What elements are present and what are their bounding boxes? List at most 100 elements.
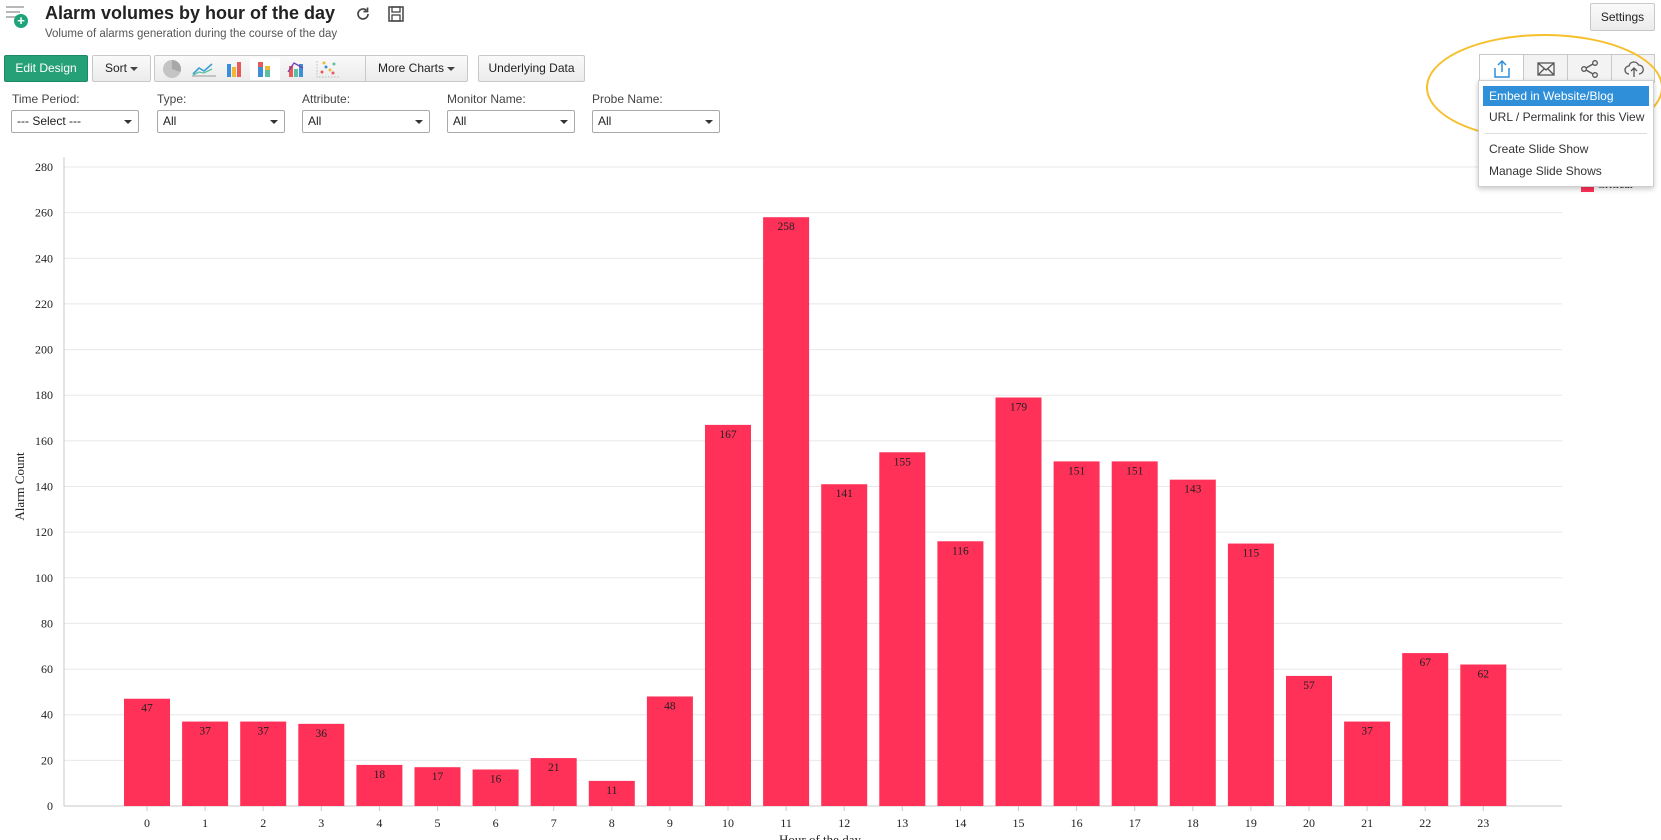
y-tick-label: 140 <box>35 480 53 494</box>
bar <box>1402 653 1449 806</box>
chevron-down-icon <box>415 120 423 124</box>
bar-chart: 0 20 40 60 80 100 120 140 160 180 200 220 240 260 280 4… <box>0 152 1661 840</box>
x-tick-label: 21 <box>1361 816 1373 830</box>
data-label: 48 <box>664 700 676 712</box>
data-label: 11 <box>606 785 617 797</box>
combination-chart-icon[interactable] <box>281 58 311 80</box>
bar <box>124 698 170 806</box>
y-tick-label: 20 <box>41 753 53 767</box>
bar <box>1169 479 1216 806</box>
menu-item-create-slideshow[interactable]: Create Slide Show <box>1483 139 1649 159</box>
share-dropdown-menu: Embed in Website/Blog URL / Permalink fo… <box>1478 80 1654 187</box>
x-tick-label: 11 <box>780 816 792 830</box>
chevron-down-icon <box>560 120 568 124</box>
x-tick-label: 1 <box>202 816 208 830</box>
stacked-bar-chart-icon[interactable] <box>250 58 280 80</box>
x-tick-label: 19 <box>1245 816 1257 830</box>
y-tick-label: 60 <box>41 662 53 676</box>
x-tick-label: 12 <box>838 816 850 830</box>
bar <box>705 424 751 806</box>
x-tick-label: 6 <box>493 816 499 830</box>
y-tick-label: 120 <box>35 525 53 539</box>
x-axis-title: Hour of the day <box>779 832 861 840</box>
attribute-select[interactable]: All <box>302 110 430 133</box>
x-tick-label: 8 <box>609 816 615 830</box>
chevron-down-icon <box>447 66 456 71</box>
chart-type-selector: More Charts <box>154 55 468 82</box>
x-tick-label: 13 <box>896 816 908 830</box>
data-label: 141 <box>836 488 854 500</box>
monitor-name-select[interactable]: All <box>447 110 575 133</box>
type-select[interactable]: All <box>157 110 285 133</box>
line-chart-icon[interactable] <box>188 58 218 80</box>
x-tick-label: 0 <box>144 816 150 830</box>
data-label: 67 <box>1419 657 1431 669</box>
email-icon <box>1537 62 1555 76</box>
y-tick-label: 200 <box>35 343 53 357</box>
y-tick-label: 260 <box>35 206 53 220</box>
data-label: 151 <box>1126 465 1144 477</box>
add-icon: + <box>14 14 28 28</box>
menu-divider <box>1485 133 1647 134</box>
x-tick-label: 5 <box>435 816 441 830</box>
monitor-name-value: All <box>453 114 467 128</box>
publish-icon <box>1494 59 1510 78</box>
more-charts-button[interactable]: More Charts <box>365 56 467 81</box>
pie-chart-icon[interactable] <box>157 58 187 80</box>
refresh-icon[interactable] <box>353 4 373 24</box>
data-label: 151 <box>1068 465 1086 477</box>
data-label: 258 <box>777 221 795 233</box>
y-tick-label: 100 <box>35 571 53 585</box>
underlying-data-button[interactable]: Underlying Data <box>478 55 585 82</box>
chevron-down-icon <box>270 120 278 124</box>
data-label: 37 <box>199 726 211 738</box>
data-label: 155 <box>894 456 912 468</box>
time-period-select[interactable]: --- Select --- <box>11 110 139 133</box>
bar <box>763 217 810 806</box>
edit-design-button[interactable]: Edit Design <box>4 55 88 82</box>
data-label: 37 <box>1361 726 1373 738</box>
y-tick-label: 0 <box>47 799 53 813</box>
attribute-value: All <box>308 114 322 128</box>
scatter-chart-icon[interactable] <box>312 58 342 80</box>
share-button[interactable] <box>1568 55 1612 82</box>
export-button[interactable] <box>1612 55 1656 82</box>
share-icon <box>1581 60 1598 78</box>
filter-label-time-period: Time Period: <box>12 92 80 106</box>
type-value: All <box>163 114 177 128</box>
bar <box>821 484 868 806</box>
x-tick-label: 15 <box>1013 816 1025 830</box>
data-label: 143 <box>1184 484 1202 496</box>
y-tick-label: 160 <box>35 434 53 448</box>
menu-item-manage-slideshows[interactable]: Manage Slide Shows <box>1483 161 1649 181</box>
probe-name-select[interactable]: All <box>592 110 720 133</box>
x-tick-label: 23 <box>1477 816 1489 830</box>
menu-item-permalink[interactable]: URL / Permalink for this View <box>1483 107 1649 127</box>
data-label: 18 <box>374 769 386 781</box>
x-tick-label: 3 <box>318 816 324 830</box>
sort-button[interactable]: Sort <box>92 55 151 82</box>
menu-item-embed[interactable]: Embed in Website/Blog <box>1483 86 1649 106</box>
bar <box>1460 664 1507 806</box>
bar-chart-icon[interactable] <box>219 58 249 80</box>
data-label: 116 <box>952 545 969 557</box>
x-tick-label: 2 <box>260 816 266 830</box>
time-period-value: --- Select --- <box>17 114 81 128</box>
data-label: 17 <box>432 771 444 783</box>
save-icon[interactable] <box>386 4 406 24</box>
filter-label-probe-name: Probe Name: <box>592 92 663 106</box>
data-label: 115 <box>1242 548 1259 560</box>
chevron-down-icon <box>124 120 132 124</box>
publish-button[interactable] <box>1480 55 1524 82</box>
export-icon <box>1624 61 1644 77</box>
y-axis-title: Alarm Count <box>12 452 27 521</box>
bar <box>1111 461 1158 806</box>
settings-button[interactable]: Settings <box>1590 3 1655 31</box>
email-button[interactable] <box>1524 55 1568 82</box>
more-charts-label: More Charts <box>377 61 445 75</box>
app-menu-icon[interactable]: + <box>4 2 28 28</box>
page-title: Alarm volumes by hour of the day <box>45 3 336 23</box>
data-label: 167 <box>719 429 737 441</box>
bar <box>646 696 693 806</box>
chart-canvas: 0204060801001201401601802002202402602804… <box>12 157 1562 840</box>
